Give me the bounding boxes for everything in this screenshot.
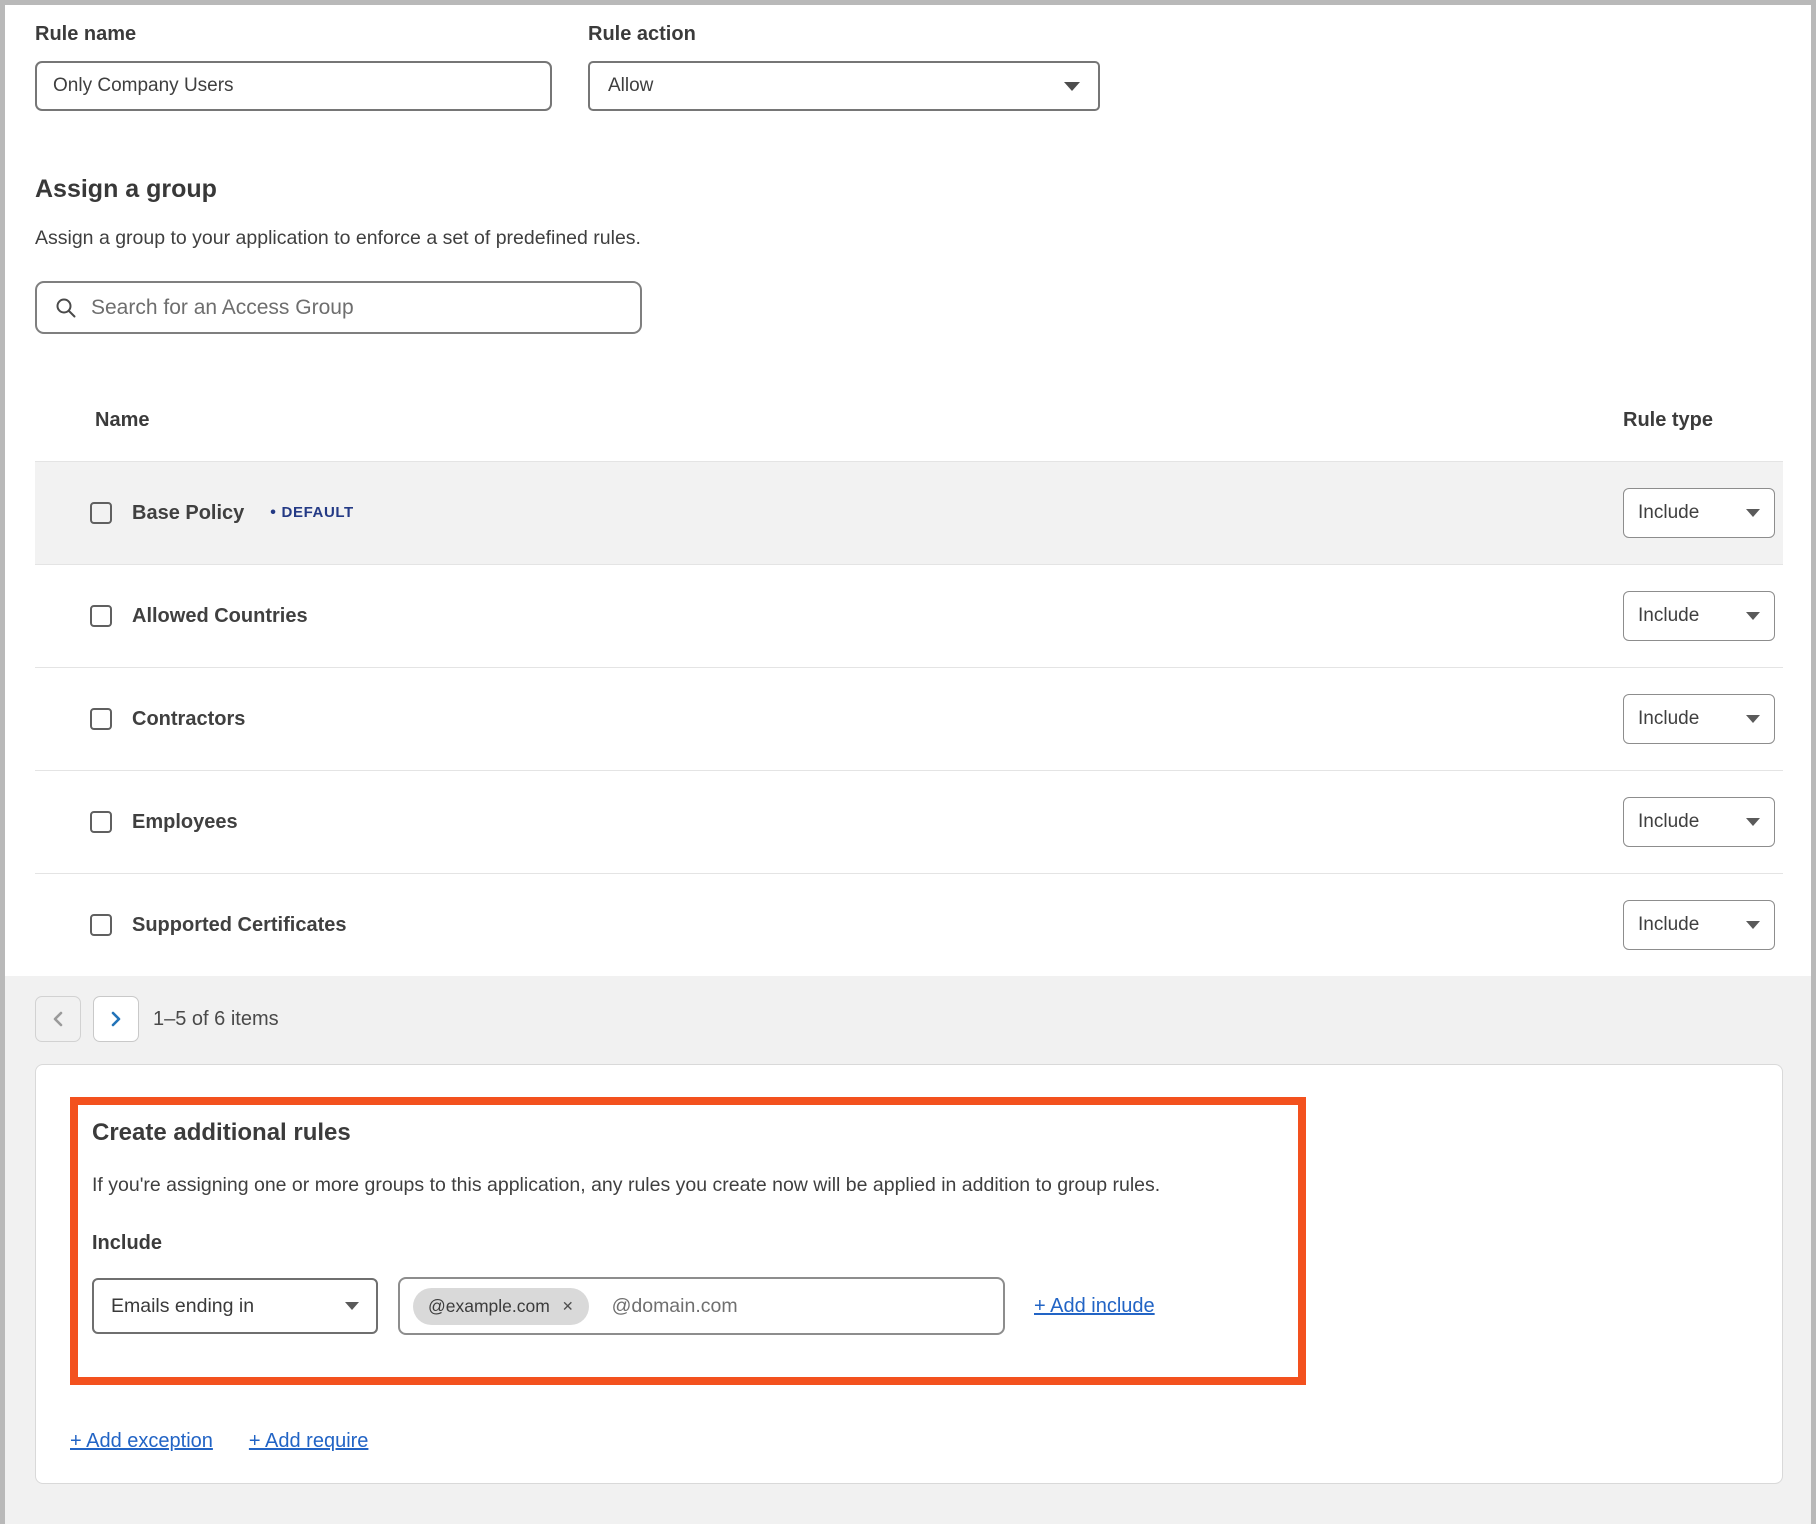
page: Rule name Rule action Allow Assign a gro… (5, 5, 1811, 1524)
rule-type-select[interactable]: Include (1623, 694, 1775, 744)
include-rule-builder: Emails ending in @example.com ✕ @domain.… (92, 1277, 1278, 1335)
chevron-down-icon (1746, 509, 1760, 517)
row-rule-type-cell: Include (1623, 900, 1783, 950)
row-checkbox[interactable] (90, 914, 112, 936)
column-header-name: Name (35, 409, 1623, 432)
chevron-left-icon (51, 1010, 65, 1028)
row-rule-type-cell: Include (1623, 694, 1783, 744)
rule-action-label: Rule action (588, 23, 1100, 46)
email-input-placeholder: @domain.com (612, 1295, 738, 1318)
rule-criteria-select[interactable]: Emails ending in (92, 1278, 378, 1334)
rule-criteria-value: Emails ending in (111, 1295, 254, 1318)
rule-type-value: Include (1638, 502, 1699, 524)
rule-type-value: Include (1638, 708, 1699, 730)
rule-name-field-group: Rule name (35, 23, 552, 111)
rule-name-label: Rule name (35, 23, 552, 46)
group-name: Allowed Countries (132, 605, 308, 628)
chevron-down-icon (1746, 921, 1760, 929)
table-row: Contractors Include (35, 667, 1783, 770)
search-icon (55, 297, 77, 319)
additional-rules-title: Create additional rules (92, 1119, 1278, 1147)
chevron-down-icon (1746, 818, 1760, 826)
tag-remove-icon[interactable]: ✕ (562, 1298, 574, 1315)
rule-links-row: + Add exception + Add require (70, 1430, 1782, 1453)
pagination: 1–5 of 6 items (35, 996, 1783, 1042)
row-rule-type-cell: Include (1623, 488, 1783, 538)
rule-type-value: Include (1638, 605, 1699, 627)
pagination-count: 1–5 of 6 items (153, 1008, 279, 1031)
row-checkbox[interactable] (90, 502, 112, 524)
rule-action-field-group: Rule action Allow (588, 23, 1100, 111)
chevron-down-icon (1064, 82, 1080, 91)
access-groups-table: Name Rule type Base Policy DEFAULT Inclu… (35, 379, 1783, 976)
add-include-link[interactable]: + Add include (1034, 1295, 1155, 1318)
row-checkbox[interactable] (90, 605, 112, 627)
chevron-right-icon (109, 1010, 123, 1028)
table-row: Base Policy DEFAULT Include (35, 461, 1783, 564)
row-main: Base Policy DEFAULT (35, 502, 1623, 525)
rule-type-select[interactable]: Include (1623, 797, 1775, 847)
rule-type-value: Include (1638, 811, 1699, 833)
pagination-next-button[interactable] (93, 996, 139, 1042)
assign-group-description: Assign a group to your application to en… (35, 227, 1783, 250)
row-rule-type-cell: Include (1623, 797, 1783, 847)
row-checkbox[interactable] (90, 811, 112, 833)
rule-type-value: Include (1638, 914, 1699, 936)
chevron-down-icon (1746, 715, 1760, 723)
pagination-prev-button[interactable] (35, 996, 81, 1042)
rule-type-select[interactable]: Include (1623, 591, 1775, 641)
row-main: Contractors (35, 708, 1623, 731)
rule-type-select[interactable]: Include (1623, 488, 1775, 538)
rule-type-select[interactable]: Include (1623, 900, 1775, 950)
additional-rules-card: Create additional rules If you're assign… (35, 1064, 1783, 1484)
table-row: Employees Include (35, 770, 1783, 873)
group-name: Employees (132, 811, 238, 834)
row-main: Allowed Countries (35, 605, 1623, 628)
rule-name-input[interactable] (35, 61, 552, 111)
search-placeholder: Search for an Access Group (91, 296, 354, 320)
additional-rules-description: If you're assigning one or more groups t… (92, 1174, 1278, 1197)
row-main: Employees (35, 811, 1623, 834)
include-section-label: Include (92, 1232, 1278, 1255)
chevron-down-icon (1746, 612, 1760, 620)
row-main: Supported Certificates (35, 914, 1623, 937)
tag-value: @example.com (428, 1296, 550, 1317)
group-name: Base Policy (132, 502, 244, 525)
assign-group-title: Assign a group (35, 175, 1783, 204)
rule-form: Rule name Rule action Allow (35, 23, 1783, 111)
email-domains-input[interactable]: @example.com ✕ @domain.com (398, 1277, 1005, 1335)
column-header-rule-type: Rule type (1623, 409, 1783, 432)
add-exception-link[interactable]: + Add exception (70, 1430, 213, 1453)
table-header: Name Rule type (35, 379, 1783, 461)
row-rule-type-cell: Include (1623, 591, 1783, 641)
email-domain-tag: @example.com ✕ (413, 1288, 589, 1325)
chevron-down-icon (345, 1302, 359, 1310)
rule-action-select[interactable]: Allow (588, 61, 1100, 111)
bottom-region: 1–5 of 6 items Create additional rules I… (5, 976, 1811, 1524)
default-badge: DEFAULT (270, 504, 354, 522)
assign-group-section: Assign a group Assign a group to your ap… (35, 175, 1783, 334)
table-row: Supported Certificates Include (35, 873, 1783, 976)
add-require-link[interactable]: + Add require (249, 1430, 369, 1453)
group-name: Contractors (132, 708, 245, 731)
row-checkbox[interactable] (90, 708, 112, 730)
create-additional-rules-highlight: Create additional rules If you're assign… (70, 1097, 1306, 1385)
rule-action-value: Allow (608, 75, 653, 97)
access-group-search[interactable]: Search for an Access Group (35, 281, 642, 334)
table-row: Allowed Countries Include (35, 564, 1783, 667)
group-name: Supported Certificates (132, 914, 346, 937)
